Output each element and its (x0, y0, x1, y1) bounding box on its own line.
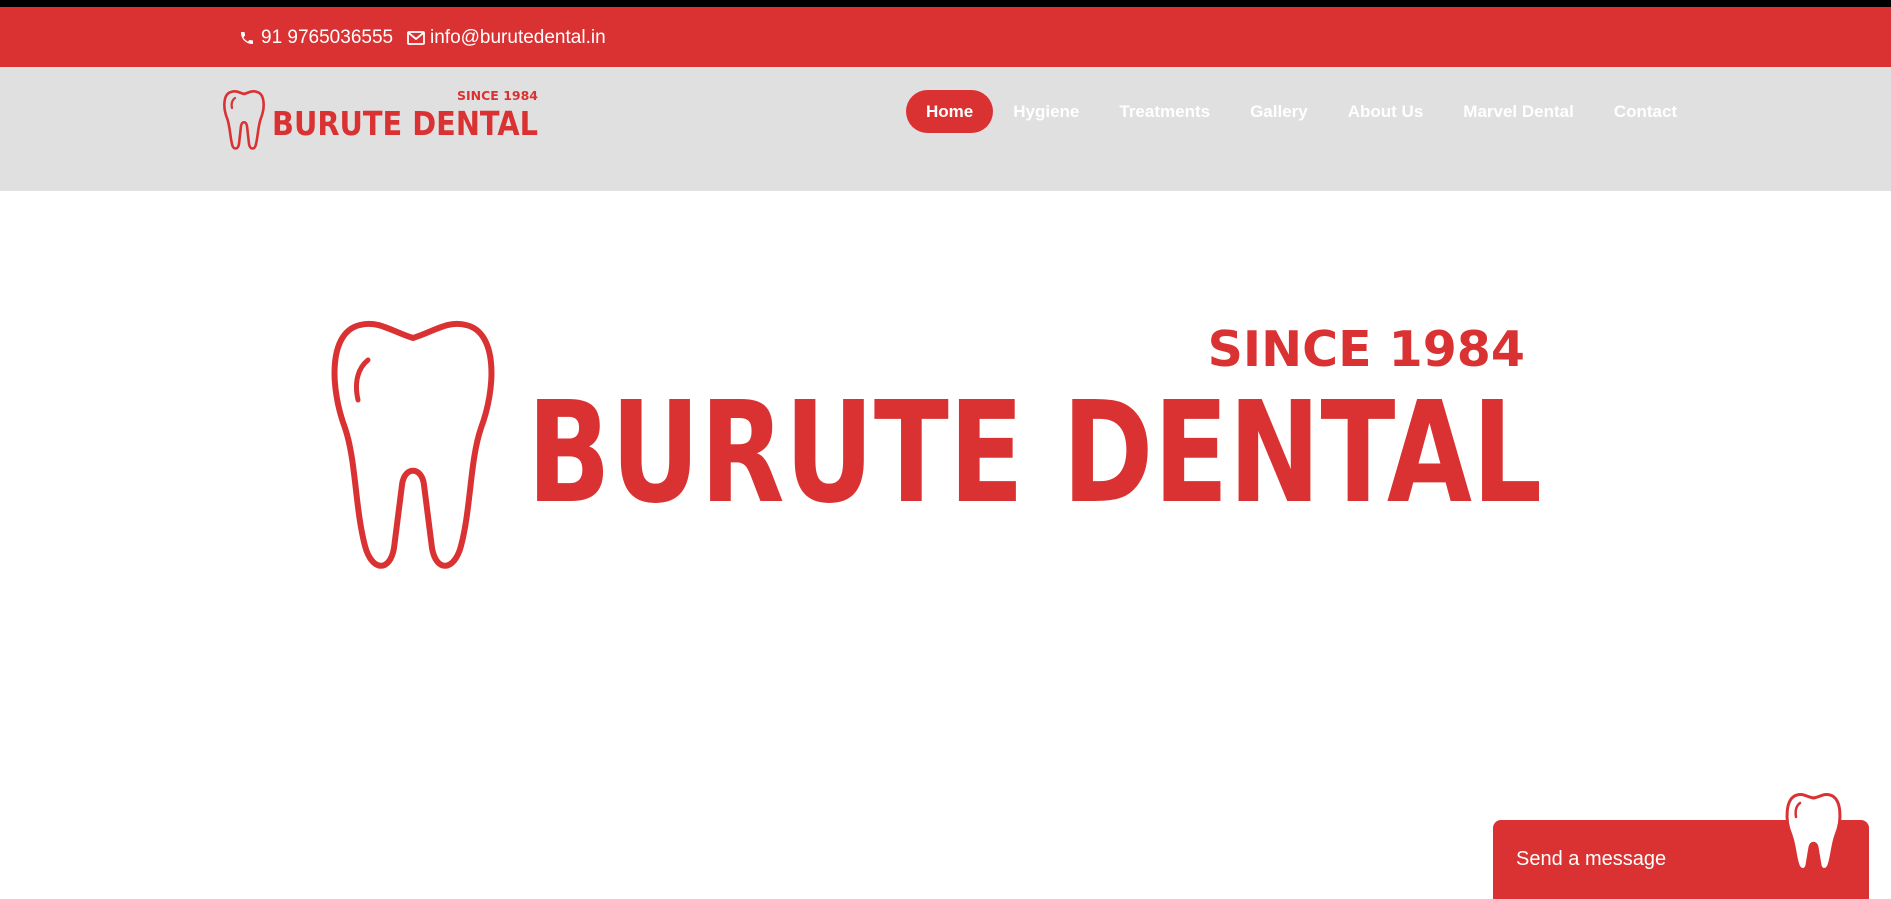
nav-marvel-dental[interactable]: Marvel Dental (1443, 90, 1594, 133)
nav-contact[interactable]: Contact (1594, 90, 1697, 133)
contact-bar: 91 9765036555 info@burutedental.in (0, 7, 1891, 67)
hero-tooth-icon (331, 320, 495, 569)
envelope-icon (407, 29, 425, 47)
hero-logo: SINCE 1984 BURUTE DENTAL (330, 320, 1550, 570)
chat-label: Send a message (1516, 848, 1667, 870)
phone-number: 91 9765036555 (261, 27, 394, 48)
main-nav: Home Hygiene Treatments Gallery About Us… (906, 90, 1697, 133)
hero-tagline: SINCE 1984 (1208, 321, 1525, 378)
chat-widget[interactable]: Send a message (1493, 792, 1869, 899)
email-link[interactable]: info@burutedental.in (407, 26, 606, 50)
nav-gallery[interactable]: Gallery (1230, 90, 1328, 133)
phone-icon (238, 29, 256, 47)
top-strip (0, 0, 1891, 7)
tooth-icon (1784, 791, 1848, 873)
header-logo[interactable]: SINCE 1984 BURUTE DENTAL (221, 86, 539, 152)
nav-home[interactable]: Home (906, 90, 994, 133)
logo-wordmark: BURUTE DENTAL (272, 104, 538, 143)
nav-hygiene[interactable]: Hygiene (993, 90, 1099, 133)
logo-tagline: SINCE 1984 (457, 88, 538, 103)
logo-tooth-icon (223, 90, 265, 150)
email-address: info@burutedental.in (430, 27, 606, 48)
phone-link[interactable]: 91 9765036555 (238, 26, 393, 50)
site-header: SINCE 1984 BURUTE DENTAL Home Hygiene Tr… (0, 67, 1891, 191)
nav-treatments[interactable]: Treatments (1099, 90, 1230, 133)
nav-about-us[interactable]: About Us (1328, 90, 1444, 133)
hero-wordmark: BURUTE DENTAL (527, 372, 1542, 535)
